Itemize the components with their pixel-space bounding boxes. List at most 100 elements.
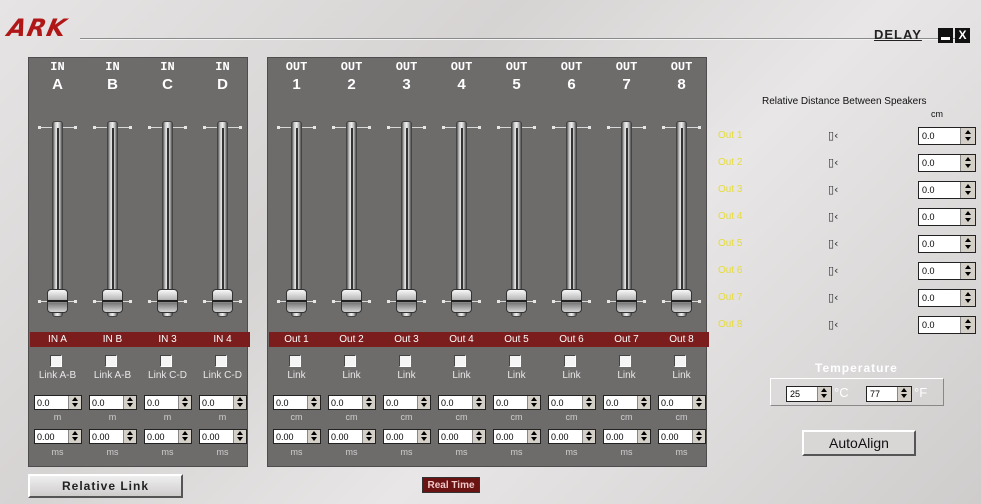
spin-arrows-icon[interactable] xyxy=(472,396,485,409)
spin-arrows-icon[interactable] xyxy=(68,396,81,409)
time-spinner[interactable] xyxy=(383,429,431,444)
fader-track[interactable] xyxy=(676,121,687,317)
distance-spinner[interactable] xyxy=(383,395,431,410)
time-spinner[interactable] xyxy=(328,429,376,444)
spin-arrows-icon[interactable] xyxy=(307,430,320,443)
distance-input[interactable] xyxy=(90,396,123,409)
time-spinner[interactable] xyxy=(548,429,596,444)
time-input[interactable] xyxy=(659,430,692,443)
celsius-input[interactable] xyxy=(787,387,817,401)
spin-arrows-icon[interactable] xyxy=(637,396,650,409)
fader-knob[interactable] xyxy=(616,289,637,313)
fader[interactable] xyxy=(85,117,140,317)
time-input[interactable] xyxy=(384,430,417,443)
link-checkbox[interactable] xyxy=(454,355,466,367)
spin-arrows-icon[interactable] xyxy=(362,430,375,443)
link-checkbox[interactable] xyxy=(215,355,227,367)
time-spinner[interactable] xyxy=(273,429,321,444)
fader[interactable] xyxy=(269,117,324,317)
relative-distance-spinner[interactable] xyxy=(918,208,976,226)
fader[interactable] xyxy=(30,117,85,317)
distance-spinner[interactable] xyxy=(89,395,137,410)
time-input[interactable] xyxy=(494,430,527,443)
distance-spinner[interactable] xyxy=(548,395,596,410)
relative-distance-input[interactable] xyxy=(919,236,959,252)
fader[interactable] xyxy=(599,117,654,317)
relative-distance-spinner[interactable] xyxy=(918,235,976,253)
link-checkbox[interactable] xyxy=(399,355,411,367)
realtime-button[interactable]: Real Time xyxy=(422,477,480,493)
time-input[interactable] xyxy=(200,430,233,443)
fader-knob[interactable] xyxy=(212,289,233,313)
distance-spinner[interactable] xyxy=(328,395,376,410)
spin-arrows-icon[interactable] xyxy=(960,209,975,225)
fader-track[interactable] xyxy=(217,121,228,317)
fader-track[interactable] xyxy=(456,121,467,317)
fader-track[interactable] xyxy=(401,121,412,317)
time-input[interactable] xyxy=(145,430,178,443)
distance-spinner[interactable] xyxy=(144,395,192,410)
spin-arrows-icon[interactable] xyxy=(582,430,595,443)
distance-input[interactable] xyxy=(659,396,692,409)
relative-distance-input[interactable] xyxy=(919,209,959,225)
fader-track[interactable] xyxy=(52,121,63,317)
fader-knob[interactable] xyxy=(561,289,582,313)
relative-distance-spinner[interactable] xyxy=(918,127,976,145)
spin-arrows-icon[interactable] xyxy=(960,317,975,333)
minimize-button[interactable] xyxy=(938,28,953,43)
time-input[interactable] xyxy=(274,430,307,443)
distance-spinner[interactable] xyxy=(493,395,541,410)
distance-input[interactable] xyxy=(384,396,417,409)
spin-arrows-icon[interactable] xyxy=(178,430,191,443)
distance-spinner[interactable] xyxy=(603,395,651,410)
spin-arrows-icon[interactable] xyxy=(817,387,831,401)
fader-track[interactable] xyxy=(291,121,302,317)
spin-arrows-icon[interactable] xyxy=(692,430,705,443)
fader-knob[interactable] xyxy=(286,289,307,313)
fader-knob[interactable] xyxy=(102,289,123,313)
distance-spinner[interactable] xyxy=(658,395,706,410)
spin-arrows-icon[interactable] xyxy=(960,290,975,306)
fader[interactable] xyxy=(654,117,709,317)
time-spinner[interactable] xyxy=(603,429,651,444)
link-checkbox[interactable] xyxy=(674,355,686,367)
spin-arrows-icon[interactable] xyxy=(897,387,911,401)
fahrenheit-input[interactable] xyxy=(867,387,897,401)
distance-input[interactable] xyxy=(200,396,233,409)
fader-knob[interactable] xyxy=(451,289,472,313)
time-spinner[interactable] xyxy=(199,429,247,444)
celsius-spinner[interactable] xyxy=(786,386,832,402)
distance-spinner[interactable] xyxy=(438,395,486,410)
link-checkbox[interactable] xyxy=(160,355,172,367)
distance-spinner[interactable] xyxy=(34,395,82,410)
close-button[interactable]: X xyxy=(955,28,970,43)
distance-input[interactable] xyxy=(145,396,178,409)
fader-track[interactable] xyxy=(566,121,577,317)
distance-input[interactable] xyxy=(329,396,362,409)
fader-knob[interactable] xyxy=(671,289,692,313)
fader-track[interactable] xyxy=(107,121,118,317)
time-spinner[interactable] xyxy=(493,429,541,444)
fader-knob[interactable] xyxy=(157,289,178,313)
fader-track[interactable] xyxy=(511,121,522,317)
spin-arrows-icon[interactable] xyxy=(527,396,540,409)
time-spinner[interactable] xyxy=(89,429,137,444)
link-checkbox[interactable] xyxy=(50,355,62,367)
time-input[interactable] xyxy=(35,430,68,443)
fader-knob[interactable] xyxy=(341,289,362,313)
fader[interactable] xyxy=(544,117,599,317)
time-input[interactable] xyxy=(439,430,472,443)
relative-distance-input[interactable] xyxy=(919,128,959,144)
relative-distance-spinner[interactable] xyxy=(918,154,976,172)
spin-arrows-icon[interactable] xyxy=(960,155,975,171)
distance-input[interactable] xyxy=(604,396,637,409)
time-input[interactable] xyxy=(549,430,582,443)
link-checkbox[interactable] xyxy=(564,355,576,367)
distance-input[interactable] xyxy=(439,396,472,409)
spin-arrows-icon[interactable] xyxy=(527,430,540,443)
spin-arrows-icon[interactable] xyxy=(960,182,975,198)
time-input[interactable] xyxy=(604,430,637,443)
fader-knob[interactable] xyxy=(506,289,527,313)
fahrenheit-spinner[interactable] xyxy=(866,386,912,402)
relative-distance-spinner[interactable] xyxy=(918,262,976,280)
